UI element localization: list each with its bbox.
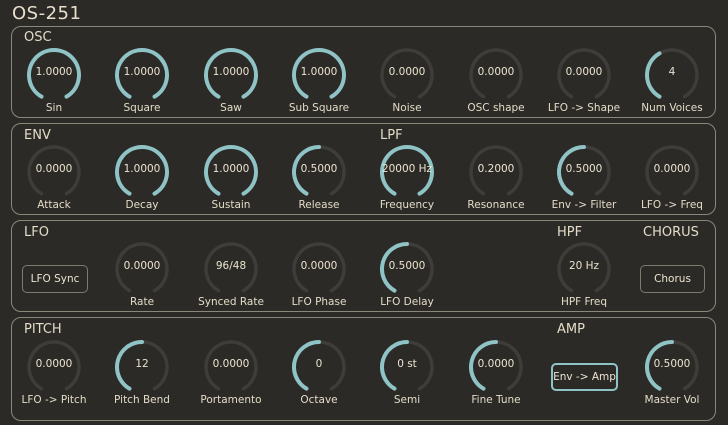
knob-label-fine-tune: Fine Tune [471,394,521,406]
knob-decay[interactable]: 1.0000 [112,143,172,205]
knob-rate[interactable]: 0.0000 [112,240,172,302]
knob-portamento[interactable]: 0.0000 [201,338,261,400]
knob-lfo-pitch[interactable]: 0.0000 [24,338,84,400]
knob-fine-tune[interactable]: 0.0000 [466,338,526,400]
knob-num-voices[interactable]: 4 [642,46,702,108]
lfo-sync-button[interactable]: LFO Sync [22,265,88,293]
knob-label-hpf-freq: HPF Freq [560,296,608,308]
knob-lfo-shape[interactable]: 0.0000 [554,46,614,108]
knob-resonance[interactable]: 0.2000 [466,143,526,205]
knob-env-filter[interactable]: 0.5000 [554,143,614,205]
knob-lfo-freq[interactable]: 0.0000 [642,143,702,205]
knob-label-lfo-delay: LFO Delay [380,296,434,308]
section-title-lfo: LFO [24,225,49,240]
section-title-env: ENV [24,128,51,143]
knob-hpf-freq[interactable]: 20 Hz [554,240,614,302]
knob-lfo-phase[interactable]: 0.0000 [289,240,349,302]
knob-saw[interactable]: 1.0000 [201,46,261,108]
knob-frequency[interactable]: 20000 Hz [377,143,437,205]
knob-sustain[interactable]: 1.0000 [201,143,261,205]
section-title-lpf: LPF [380,128,403,143]
knob-noise[interactable]: 0.0000 [377,46,437,108]
env-amp-button[interactable]: Env -> Amp [551,363,618,391]
knob-sin[interactable]: 1.0000 [24,46,84,108]
knob-octave[interactable]: 0 [289,338,349,400]
knob-label-lfo-freq: LFO -> Freq [641,199,703,211]
section-title-chorus: CHORUS [643,225,699,240]
knob-sub-square[interactable]: 1.0000 [289,46,349,108]
section-title-amp: AMP [557,322,585,337]
knob-master-vol[interactable]: 0.5000 [642,338,702,400]
knob-attack[interactable]: 0.0000 [24,143,84,205]
section-title-hpf: HPF [557,225,583,240]
knob-square[interactable]: 1.0000 [112,46,172,108]
chorus-button[interactable]: Chorus [640,265,705,293]
knob-label-num-voices: Num Voices [641,102,703,114]
knob-label-master-vol: Master Vol [644,394,700,406]
knob-lfo-delay[interactable]: 0.5000 [377,240,437,302]
knob-pitch-bend[interactable]: 12 [112,338,172,400]
knob-synced-rate[interactable]: 96/48 [201,240,261,302]
knob-semi[interactable]: 0 st [377,338,437,400]
knob-osc-shape[interactable]: 0.0000 [466,46,526,108]
knob-release[interactable]: 0.5000 [289,143,349,205]
section-title-osc: OSC [24,30,52,45]
app-title: OS-251 [12,3,82,24]
section-title-pitch: PITCH [24,322,62,337]
